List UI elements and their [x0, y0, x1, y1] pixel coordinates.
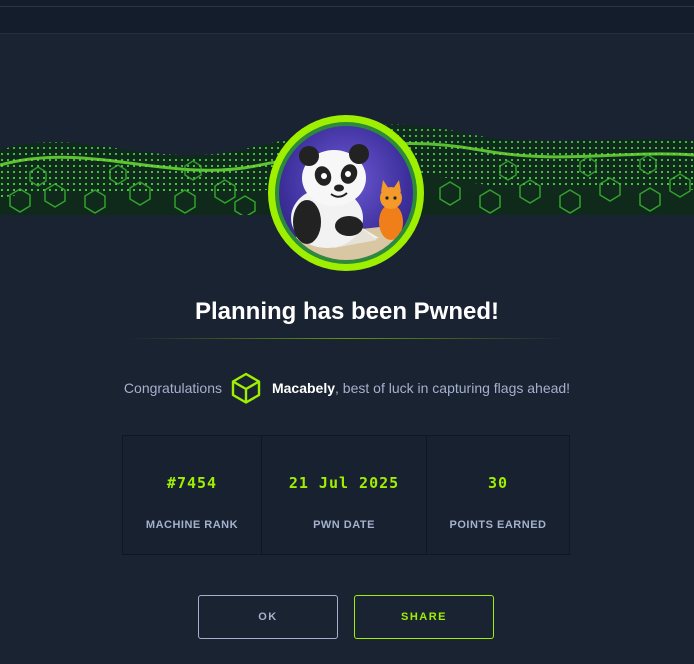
stat-value: 30 — [487, 474, 509, 492]
share-button[interactable]: SHARE — [354, 595, 494, 639]
username[interactable]: Macabely — [272, 380, 335, 396]
top-divider — [0, 6, 694, 7]
stat-machine-rank: #7454 MACHINE RANK — [123, 436, 262, 554]
title-divider — [127, 338, 567, 339]
machine-avatar — [268, 115, 424, 271]
stats-panel: #7454 MACHINE RANK 21 Jul 2025 PWN DATE … — [122, 435, 570, 555]
cube-icon — [231, 372, 261, 404]
top-bar — [0, 0, 694, 34]
stat-label: POINTS EARNED — [449, 519, 547, 531]
page-title: Planning has been Pwned! — [194, 298, 500, 325]
ok-button[interactable]: OK — [198, 595, 338, 639]
stat-label: MACHINE RANK — [145, 519, 239, 531]
congrats-line: Congratulations Macabely , best of luck … — [0, 370, 694, 406]
stat-points-earned: 30 POINTS EARNED — [427, 436, 569, 554]
stat-pwn-date: 21 Jul 2025 PWN DATE — [262, 436, 427, 554]
stat-label: PWN DATE — [313, 519, 375, 531]
congrats-suffix: , best of luck in capturing flags ahead! — [335, 380, 571, 396]
stat-value: 21 Jul 2025 — [288, 474, 400, 492]
congrats-prefix: Congratulations — [123, 380, 222, 396]
stat-value: #7454 — [166, 474, 218, 492]
panda-cat-illustration — [275, 122, 417, 264]
